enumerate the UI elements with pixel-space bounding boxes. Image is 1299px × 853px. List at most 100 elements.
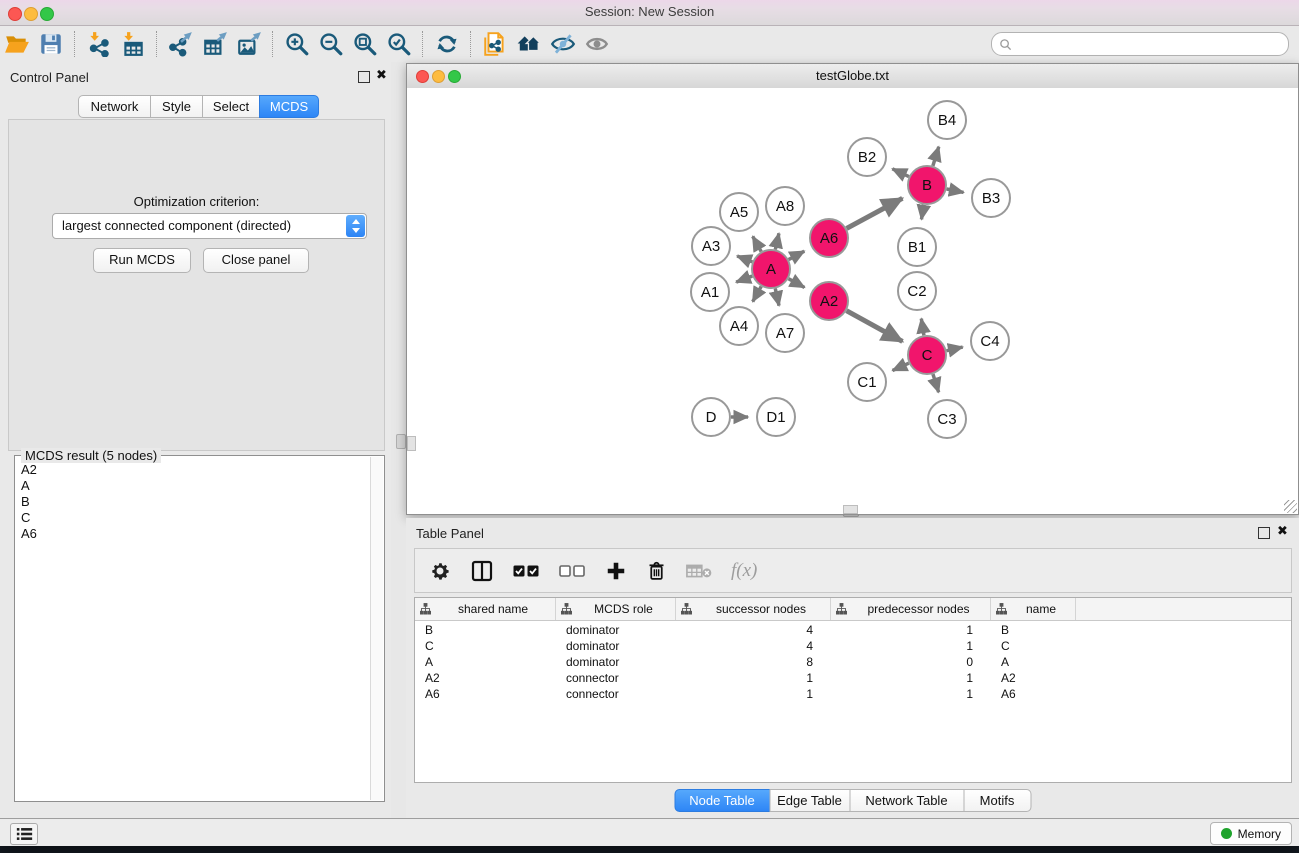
graph-node-A5[interactable]: A5 [720,193,758,231]
edge-A-A3[interactable] [737,256,752,262]
table-cell[interactable]: 4 [676,622,831,638]
edge-C-C2[interactable] [921,319,924,336]
panel-divider-grip[interactable] [396,434,406,449]
edge-A2-C[interactable] [847,311,903,342]
graph-node-B1[interactable]: B1 [898,228,936,266]
graph-node-D[interactable]: D [692,398,730,436]
table-cell[interactable]: C [991,638,1076,654]
tab-network[interactable]: Network [78,95,151,118]
run-mcds-button[interactable]: Run MCDS [93,248,191,273]
edge-C-C1[interactable] [893,363,909,370]
table-cell[interactable]: B [991,622,1076,638]
zoom-out-icon[interactable] [314,29,348,59]
table-cell[interactable]: A [991,654,1076,670]
graph-node-A[interactable]: A [752,250,790,288]
graph-node-B[interactable]: B [908,166,946,204]
table-cell[interactable]: A2 [991,670,1076,686]
edge-A-A5[interactable] [753,236,762,251]
zoom-in-icon[interactable] [280,29,314,59]
table-cell[interactable]: C [415,638,556,654]
edge-A-A1[interactable] [736,276,752,282]
table-cell[interactable]: 1 [831,686,991,702]
graph-node-A7[interactable]: A7 [766,314,804,352]
graph-node-A6[interactable]: A6 [810,219,848,257]
import-table-icon[interactable] [116,29,150,59]
graph-node-A8[interactable]: A8 [766,187,804,225]
tab-style[interactable]: Style [150,95,203,118]
refresh-view-icon[interactable] [430,29,464,59]
mcds-result-item[interactable]: C [17,510,370,526]
edge-A6-B[interactable] [847,198,903,228]
delete-selected-icon[interactable] [646,560,667,582]
tab-select[interactable]: Select [202,95,260,118]
table-cell[interactable]: connector [556,670,676,686]
search-input[interactable] [1012,35,1280,53]
save-session-icon[interactable] [34,29,68,59]
graph-node-C[interactable]: C [908,336,946,374]
tab-motifs[interactable]: Motifs [963,789,1031,812]
graph-node-A1[interactable]: A1 [691,273,729,311]
close-table-panel-icon[interactable]: ✖ [1277,524,1288,538]
import-network-icon[interactable] [82,29,116,59]
tab-mcds[interactable]: MCDS [259,95,319,118]
column-header-MCDS-role[interactable]: MCDS role [556,598,676,620]
graph-node-C3[interactable]: C3 [928,400,966,438]
settings-gear-icon[interactable] [429,560,451,582]
graph-node-C2[interactable]: C2 [898,272,936,310]
graph-node-C1[interactable]: C1 [848,363,886,401]
column-header-name[interactable]: name [991,598,1076,620]
mcds-result-item[interactable]: A [17,478,370,494]
network-canvas[interactable]: B4B2BB3A5A8A6A3B1AA1C2A2A4A7C4CC1C3DD1 [407,88,1298,514]
select-all-icon[interactable] [513,564,540,578]
memory-button[interactable]: Memory [1210,822,1292,845]
float-panel-icon[interactable] [358,71,370,83]
graph-node-C4[interactable]: C4 [971,322,1009,360]
mcds-result-item[interactable]: B [17,494,370,510]
edge-C-C3[interactable] [933,374,939,392]
table-cell[interactable]: A2 [415,670,556,686]
column-header-predecessor-nodes[interactable]: predecessor nodes [831,598,991,620]
table-cell[interactable]: 1 [831,670,991,686]
mcds-result-item[interactable]: A6 [17,526,370,542]
graph-node-A4[interactable]: A4 [720,307,758,345]
canvas-bottom-grip[interactable] [843,505,858,514]
table-cell[interactable]: 1 [676,686,831,702]
tab-edge-table[interactable]: Edge Table [769,789,850,812]
mcds-result-item[interactable]: A2 [17,462,370,478]
open-session-icon[interactable] [0,29,34,59]
edge-A-A2[interactable] [789,279,805,288]
table-cell[interactable]: A6 [415,686,556,702]
mcds-list-scrollbar[interactable] [370,457,383,800]
edge-A-A7[interactable] [775,289,779,306]
close-panel-button[interactable]: Close panel [203,248,309,273]
close-panel-icon[interactable]: ✖ [376,68,387,82]
edge-B-B4[interactable] [933,147,939,166]
export-network-icon[interactable] [164,29,198,59]
table-cell[interactable]: dominator [556,654,676,670]
table-cell[interactable]: dominator [556,622,676,638]
edge-A-A4[interactable] [753,286,762,301]
export-table-icon[interactable] [198,29,232,59]
column-header-shared-name[interactable]: shared name [415,598,556,620]
table-cell[interactable]: A [415,654,556,670]
graph-node-B2[interactable]: B2 [848,138,886,176]
table-cell[interactable]: dominator [556,638,676,654]
network-from-file-icon[interactable] [478,29,512,59]
optimization-criterion-dropdown[interactable]: largest connected component (directed) [52,213,367,239]
table-cell[interactable]: 1 [831,638,991,654]
edge-A-A8[interactable] [775,233,779,249]
edge-C-C4[interactable] [947,347,963,351]
table-cell[interactable]: 1 [676,670,831,686]
search-field[interactable] [991,32,1289,56]
graph-node-B3[interactable]: B3 [972,179,1010,217]
edge-A-A6[interactable] [789,251,805,259]
tab-network-table[interactable]: Network Table [849,789,964,812]
graph-node-B4[interactable]: B4 [928,101,966,139]
export-image-icon[interactable] [232,29,266,59]
edge-B-B2[interactable] [892,169,909,177]
zoom-selected-icon[interactable] [382,29,416,59]
table-cell[interactable]: 1 [831,622,991,638]
edge-B-B3[interactable] [947,189,964,192]
canvas-left-grip[interactable] [407,436,416,451]
float-table-panel-icon[interactable] [1258,527,1270,539]
